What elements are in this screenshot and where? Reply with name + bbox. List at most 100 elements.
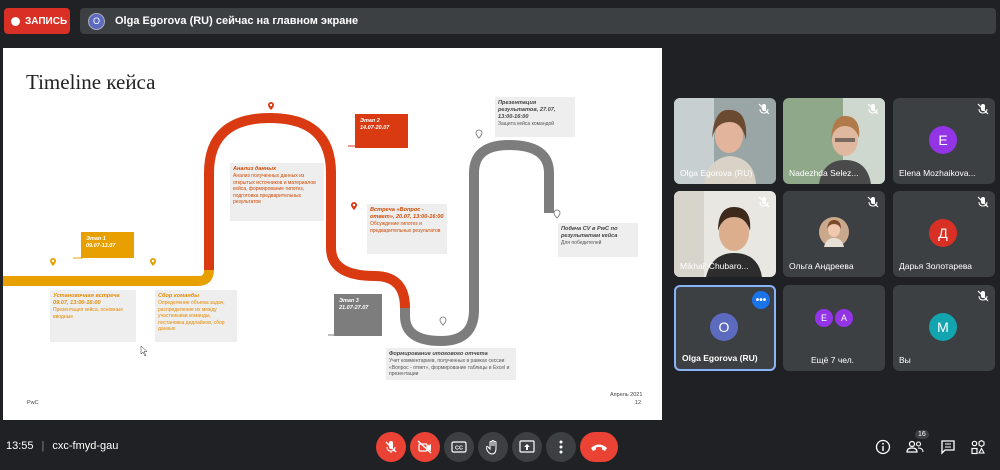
stage-3-dates: 21.07-27.07 [339,305,369,311]
timeline-orange-segment [3,269,214,286]
event-team-text: Определение объема задач, распределение … [158,300,225,332]
stage-1-name: Этап 1 [86,236,106,242]
mic-off-icon [867,103,879,115]
event-cv: Подача CV в PwC по результатам кейса Для… [558,223,638,257]
chat-icon [941,440,955,455]
activities-icon [971,439,985,455]
participant-name: Elena Mozhaikova... [899,168,976,178]
participant-tile-others[interactable]: E A Ещё 7 чел. [783,285,885,371]
hang-up-icon [591,444,607,451]
participant-tile[interactable]: Olga Egorova (RU) [674,98,776,184]
event-analysis: Анализ данных Анализ полученных данных и… [230,163,324,221]
mic-off-icon [758,103,770,115]
slide-footer-left: PwC [27,400,39,406]
others-count: Ещё 7 чел. [811,355,855,365]
raise-hand-icon [486,440,497,455]
more-options-icon[interactable]: ••• [752,291,770,309]
record-button[interactable]: ЗАПИСЬ [4,8,70,34]
event-qa-title: Встреча «Вопрос - ответ», 20.07, 13:00-1… [370,207,444,220]
presenter-text: Olga Egorova (RU) сейчас на главном экра… [115,15,359,27]
separator: | [41,440,45,452]
event-cv-title: Подача CV в PwC по результатам кейса [561,226,618,239]
participant-tile[interactable]: Mikhail Chubaro... [674,191,776,277]
presenter-avatar: O [88,12,105,30]
event-presentation-text: Защита кейса командой [498,121,555,127]
pin-icon [475,129,483,139]
event-report-title: Формирование итогового отчета [389,351,488,357]
people-button[interactable] [906,438,924,456]
more-options-button[interactable] [546,432,576,462]
participant-name: Olga Egorova (RU) [682,353,758,363]
participant-tile-presenter[interactable]: O ••• Olga Egorova (RU) [674,285,776,371]
participant-photo [819,217,849,247]
meeting-info: 13:55 | cxc-fmyd-gau [6,440,118,452]
stage-1-box: Этап 1 09.07-13.07 [81,232,134,258]
record-label: ЗАПИСЬ [25,15,68,27]
mic-off-icon [977,103,989,115]
event-report-text: Учет комментариев, полученных в рамках с… [389,358,510,377]
pin-icon [50,258,56,266]
mic-toggle-button[interactable] [376,432,406,462]
participant-avatar: A [835,309,853,327]
slide-page-number: 12 [635,400,642,406]
participant-tile[interactable]: E Elena Mozhaikova... [893,98,995,184]
event-analysis-text: Анализ полученных данных из открытых ист… [233,173,316,205]
participant-tile-self[interactable]: М Вы [893,285,995,371]
pin-icon [268,102,274,110]
mic-off-icon [385,441,397,453]
meeting-details-button[interactable] [874,438,892,456]
people-count-badge: 16 [915,430,929,439]
mic-off-icon [758,196,770,208]
meeting-code: cxc-fmyd-gau [52,440,119,452]
participant-avatar: М [929,313,957,341]
participant-name: Mikhail Chubaro... [680,261,749,271]
info-icon [875,439,891,455]
participant-name: Nadezhda Selez... [789,168,859,178]
participant-tile[interactable]: Ольга Андреева [783,191,885,277]
more-vertical-icon [559,440,563,454]
pin-icon [351,202,357,210]
event-analysis-title: Анализ данных [233,166,277,172]
mic-off-icon [977,196,989,208]
participant-name: Ольга Андреева [789,261,854,271]
stage-1-dates: 09.07-13.07 [86,243,116,249]
captions-icon: CC [451,441,467,453]
people-icon [906,440,924,453]
event-report: Формирование итогового отчета Учет комме… [386,348,516,380]
clock-time: 13:55 [6,440,34,452]
event-presentation-title: Презентация результатов, 27.07, 13:00-16… [498,100,556,120]
camera-toggle-button[interactable] [410,432,440,462]
participant-avatar: O [710,313,738,341]
participant-avatar: Д [929,219,957,247]
stage-3-name: Этап 3 [339,298,359,304]
stage-2-dates: 14.07-20.07 [360,125,390,131]
pin-icon [150,258,156,266]
svg-text:CC: CC [455,446,463,452]
slide-footer-date: Апрель 2021 [610,392,643,398]
present-screen-icon [519,440,535,453]
record-dot-icon [11,16,20,26]
activities-button[interactable] [969,438,987,456]
stage-2-box: Этап 2 14.07-20.07 [355,114,408,148]
event-team: Сбор команды Определение объема задач, р… [155,290,237,342]
event-kickoff-title: Установочная встреча 09.07, 13:00-16:00 [53,293,120,306]
pin-icon [439,316,447,326]
event-kickoff: Установочная встреча 09.07, 13:00-16:00 … [50,290,136,342]
chat-button[interactable] [939,438,957,456]
participant-name: Olga Egorova (RU) [680,168,753,178]
pin-icon [553,209,561,219]
participant-tile[interactable]: Д Дарья Золотарева [893,191,995,277]
participant-tile[interactable]: Nadezhda Selez... [783,98,885,184]
stage-2-name: Этап 2 [360,118,380,124]
event-cv-text: Для победителей [561,240,602,246]
leave-call-button[interactable] [580,432,618,462]
captions-button[interactable]: CC [444,432,474,462]
mic-off-icon [867,196,879,208]
event-presentation: Презентация результатов, 27.07, 13:00-16… [495,97,575,137]
mouse-cursor-icon [140,345,148,357]
event-kickoff-text: Презентация кейса, основные вводные [53,307,124,320]
raise-hand-button[interactable] [478,432,508,462]
present-screen-button[interactable] [512,432,542,462]
event-team-title: Сбор команды [158,293,200,299]
participant-avatar: E [929,126,957,154]
